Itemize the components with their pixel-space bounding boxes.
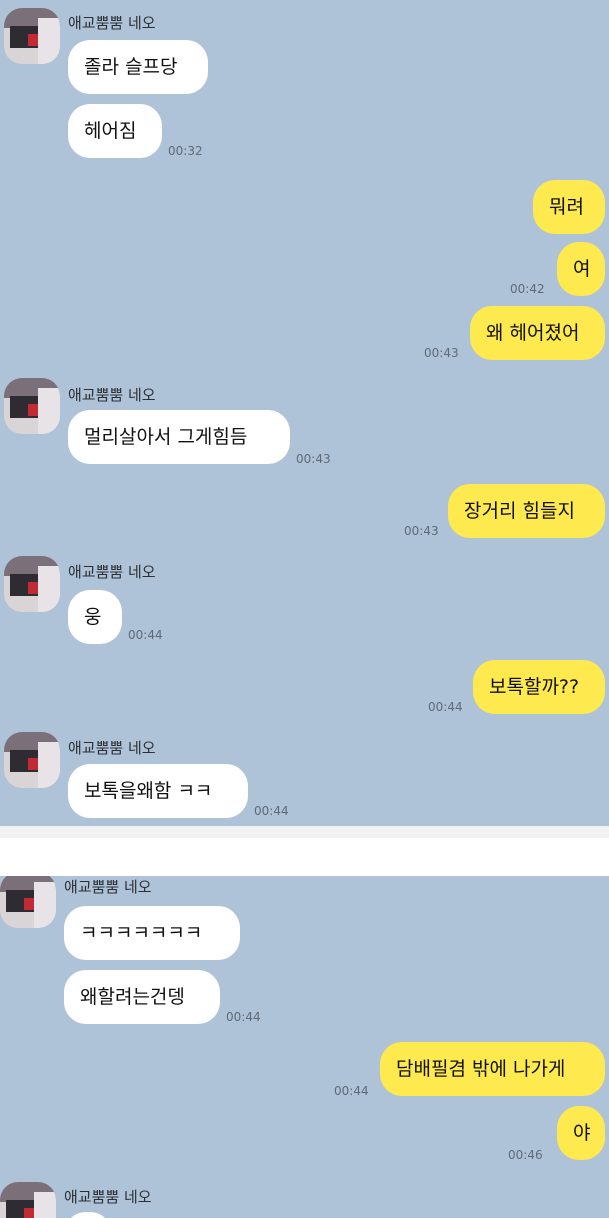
outgoing-message[interactable]: 보톡할까?? [473, 660, 605, 714]
sender-name: 애교뿜뿜 네오 [68, 14, 156, 32]
contact-avatar[interactable] [4, 556, 60, 612]
screenshot-separator [0, 826, 609, 838]
sender-name: 애교뿜뿜 네오 [68, 739, 156, 757]
outgoing-message[interactable]: 담배필겸 밖에 나가게 [380, 1042, 605, 1096]
contact-avatar[interactable] [4, 732, 60, 788]
message-time: 00:42 [510, 282, 545, 296]
contact-avatar[interactable] [4, 8, 60, 64]
message-time: 00:44 [254, 804, 289, 818]
message-time: 00:44 [226, 1010, 261, 1024]
message-time: 00:43 [424, 346, 459, 360]
outgoing-message[interactable]: 장거리 힘들지 [448, 484, 605, 538]
contact-avatar[interactable] [0, 1182, 56, 1218]
incoming-message-partial[interactable] [64, 1212, 112, 1218]
sender-name: 애교뿜뿜 네오 [64, 878, 152, 896]
chat-panel-2[interactable]: 애교뿜뿜 네오 ㅋㅋㅋㅋㅋㅋㅋ 왜할려는건뎅 00:44 담배필겸 밖에 나가게… [0, 876, 609, 1218]
contact-avatar[interactable] [0, 876, 56, 928]
incoming-message[interactable]: 왜할려는건뎅 [64, 970, 220, 1024]
message-time: 00:43 [404, 524, 439, 538]
message-time: 00:32 [168, 144, 203, 158]
chat-panel-1[interactable]: 애교뿜뿜 네오 졸라 슬프당 헤어짐 00:32 뭐려 여 00:42 왜 헤어… [0, 0, 609, 826]
outgoing-message[interactable]: 뭐려 [533, 180, 605, 234]
sender-name: 애교뿜뿜 네오 [68, 386, 156, 404]
outgoing-message[interactable]: 왜 헤어졌어 [470, 306, 605, 360]
incoming-message[interactable]: 멀리살아서 그게힘듬 [68, 410, 290, 464]
contact-avatar[interactable] [4, 378, 60, 434]
sender-name: 애교뿜뿜 네오 [68, 563, 156, 581]
message-time: 00:44 [128, 628, 163, 642]
incoming-message[interactable]: 졸라 슬프당 [68, 40, 208, 94]
incoming-message[interactable]: ㅋㅋㅋㅋㅋㅋㅋ [64, 906, 240, 960]
message-time: 00:44 [428, 700, 463, 714]
message-time: 00:46 [508, 1148, 543, 1162]
incoming-message[interactable]: 헤어짐 [68, 104, 162, 158]
message-time: 00:44 [334, 1084, 369, 1098]
incoming-message[interactable]: 웅 [68, 590, 122, 644]
message-time: 00:43 [296, 452, 331, 466]
incoming-message[interactable]: 보톡을왜함 ㅋㅋ [68, 764, 248, 818]
outgoing-message[interactable]: 여 [557, 242, 605, 296]
outgoing-message[interactable]: 야 [557, 1106, 605, 1160]
sender-name: 애교뿜뿜 네오 [64, 1188, 152, 1206]
